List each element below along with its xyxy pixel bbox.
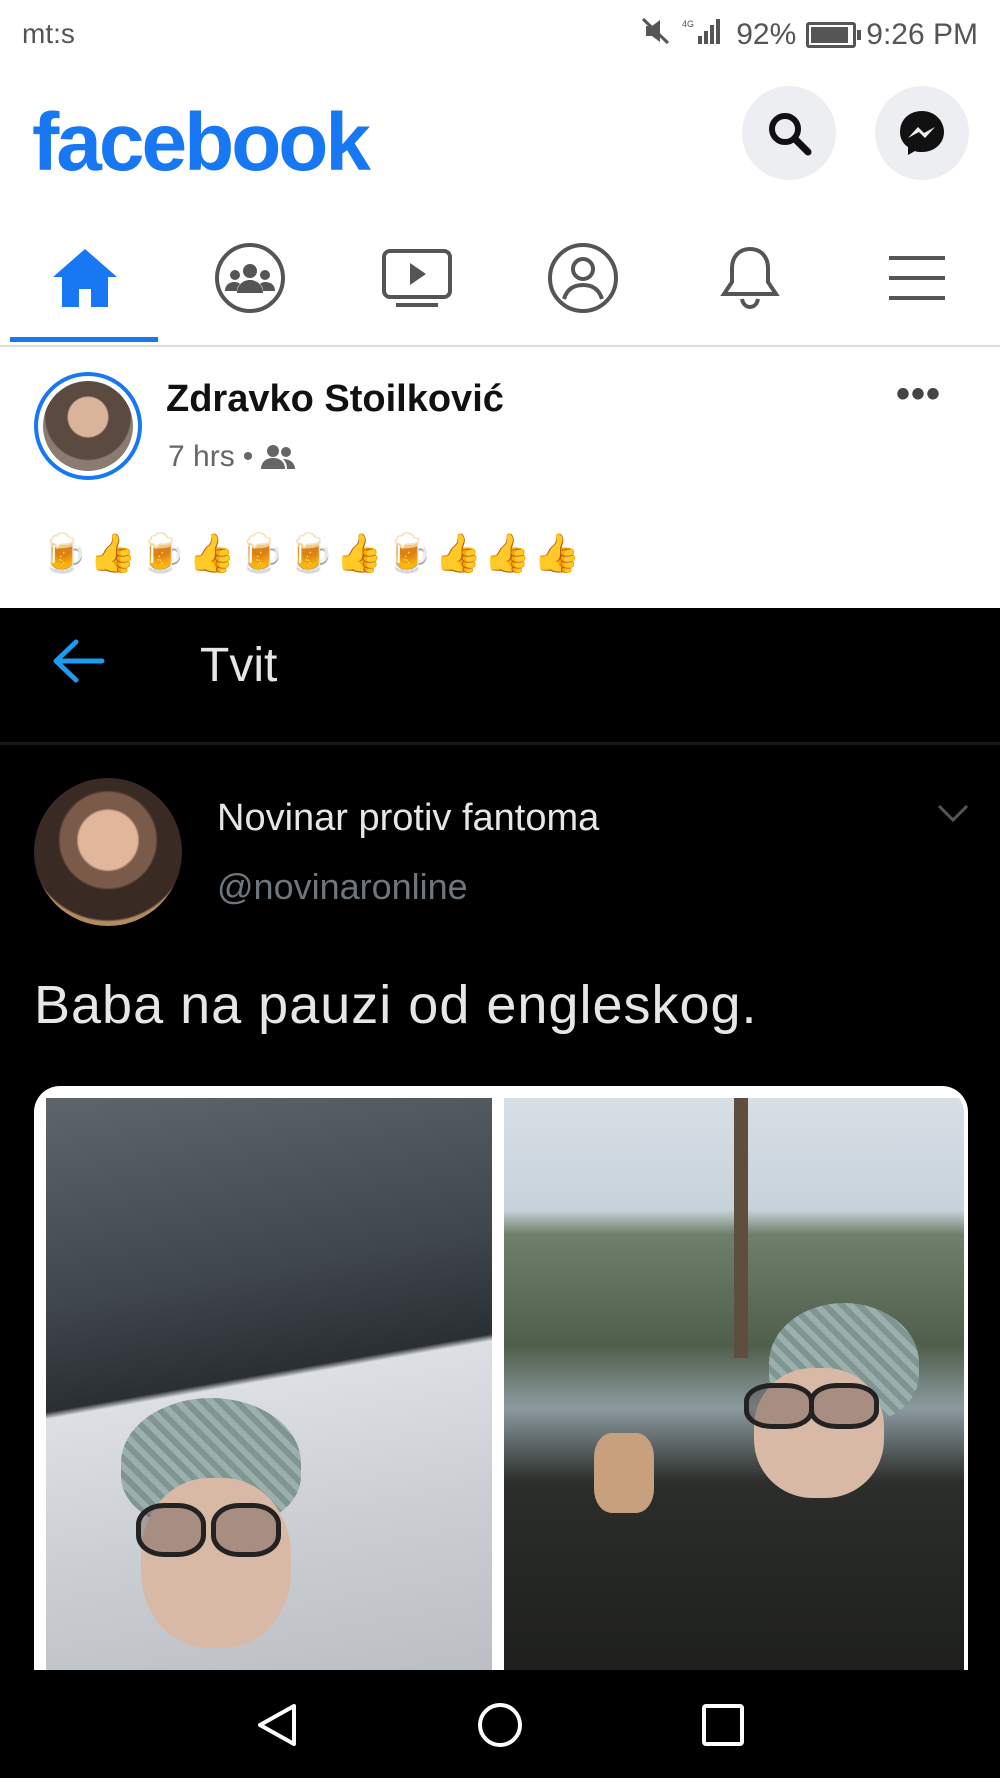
- photo-glasses: [809, 1383, 879, 1429]
- photo-glasses: [211, 1503, 281, 1557]
- main-nav: [0, 210, 1000, 347]
- meta-separator: •: [242, 440, 254, 473]
- tweet-author-avatar: [34, 778, 182, 926]
- post-text: 🍺👍🍺👍🍺🍺👍🍺👍👍👍: [40, 533, 583, 575]
- watch-icon: [382, 248, 452, 307]
- battery-fill: [811, 27, 849, 43]
- facebook-logo[interactable]: facebook: [32, 96, 371, 190]
- home-circle-icon[interactable]: [475, 1700, 525, 1750]
- back-icon[interactable]: [252, 1700, 302, 1750]
- signal-icon: 4G: [682, 16, 726, 54]
- recents-icon[interactable]: [700, 1702, 746, 1748]
- post-time[interactable]: 7 hrs: [168, 440, 235, 474]
- author-avatar[interactable]: [34, 372, 142, 480]
- tab-menu[interactable]: [842, 210, 992, 345]
- back-arrow-icon: [50, 636, 106, 691]
- friends-icon: [261, 445, 296, 469]
- profile-icon: [548, 242, 618, 313]
- tab-groups[interactable]: [175, 210, 325, 345]
- messenger-button[interactable]: [875, 86, 969, 180]
- android-nav-bar: [0, 1670, 1000, 1778]
- tab-watch[interactable]: [342, 210, 492, 345]
- avatar-photo: [43, 381, 133, 471]
- search-button[interactable]: [742, 86, 836, 180]
- post-meta: 7 hrs •: [168, 440, 297, 474]
- chevron-down-icon: [936, 802, 970, 829]
- tweet-photo-left: [46, 1098, 492, 1706]
- bell-icon: [720, 246, 780, 309]
- photo-hand: [594, 1433, 654, 1513]
- tweet-author-name: Novinar protiv fantoma: [217, 797, 600, 839]
- photo-glasses: [136, 1503, 206, 1557]
- clock: 9:26 PM: [866, 18, 978, 51]
- post-author[interactable]: Zdravko Stoilković: [166, 378, 504, 421]
- status-indicators: 4G 92% 9:26 PM: [640, 16, 978, 54]
- tweet-author-handle: @novinaronline: [217, 866, 468, 907]
- tab-home[interactable]: [10, 210, 160, 345]
- photo-tree: [734, 1098, 748, 1358]
- active-tab-indicator: [10, 337, 158, 342]
- mute-icon: [640, 16, 672, 54]
- tweet-header-title: Tvit: [200, 639, 278, 692]
- tab-notifications[interactable]: [675, 210, 825, 345]
- photo-glasses: [744, 1383, 814, 1429]
- tweet-divider: [0, 742, 1000, 745]
- menu-icon: [889, 255, 945, 300]
- carrier-label: mt:s: [22, 18, 75, 49]
- battery-icon: [806, 22, 862, 48]
- post-more-button[interactable]: •••: [896, 372, 941, 417]
- tweet-text: Baba na pauzi od engleskog.: [34, 975, 758, 1035]
- tab-profile[interactable]: [508, 210, 658, 345]
- battery-percent: 92%: [736, 18, 797, 51]
- home-icon: [53, 248, 117, 307]
- network-label: 4G: [682, 19, 694, 29]
- tweet-photos: [34, 1086, 968, 1706]
- tweet-photo-right: [504, 1098, 964, 1706]
- messenger-icon: [900, 111, 944, 155]
- groups-icon: [215, 242, 285, 313]
- search-icon: [769, 113, 812, 156]
